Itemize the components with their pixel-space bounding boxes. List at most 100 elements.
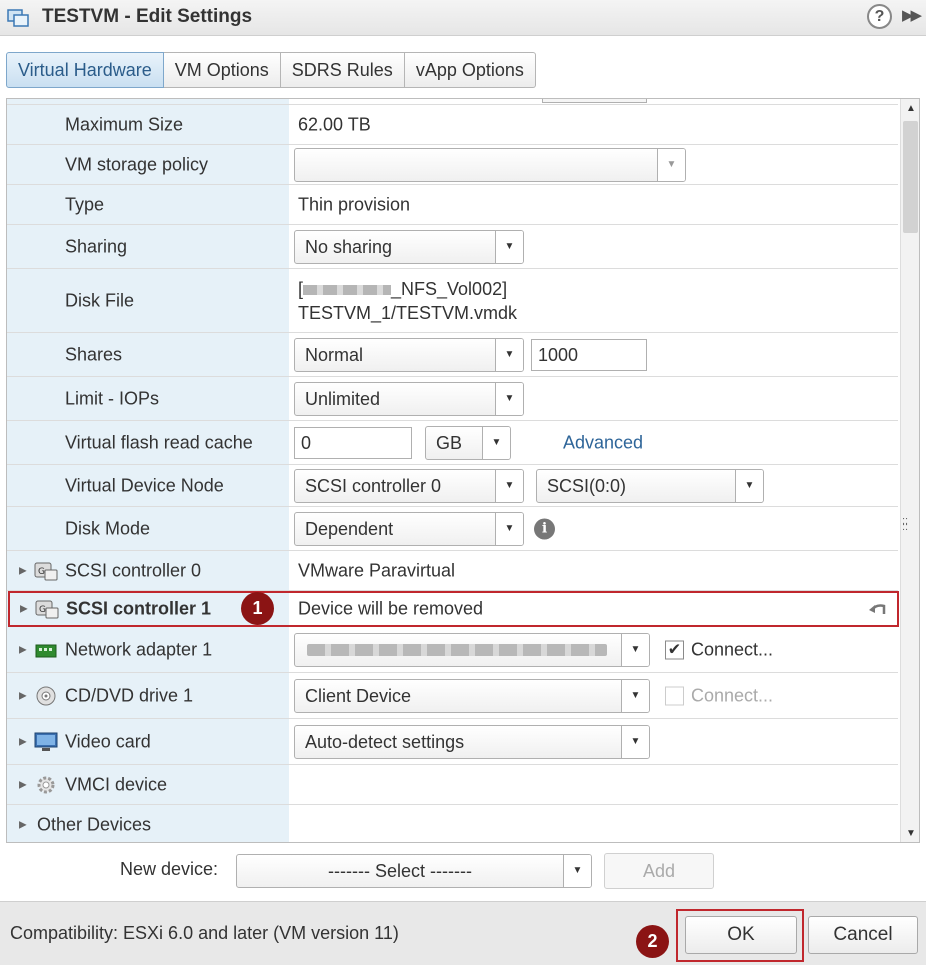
sharing-value: No sharing <box>305 236 393 257</box>
shares-level-select[interactable]: Normal ▼ <box>294 337 524 372</box>
row-scsi-controller-0[interactable]: ▶ G SCSI controller 0 VMware Paravirtual <box>7 551 898 591</box>
cd-dvd-drive-1-label: CD/DVD drive 1 <box>65 685 194 705</box>
row-cd-dvd-drive-1[interactable]: ▶ CD/DVD drive 1 Client Device ▼ Connect… <box>7 673 898 719</box>
chevron-down-icon: ▼ <box>495 512 523 545</box>
tab-vm-options[interactable]: VM Options <box>163 52 281 88</box>
device-node-controller-select[interactable]: SCSI controller 0 ▼ <box>294 468 524 503</box>
chevron-down-icon: ▼ <box>495 469 523 502</box>
disk-mode-value: Dependent <box>305 518 394 539</box>
row-type: Type Thin provision <box>7 185 898 225</box>
add-button[interactable]: Add <box>604 853 714 889</box>
row-video-card[interactable]: ▶ Video card Auto-detect settings ▼ <box>7 719 898 765</box>
network-connect-checkbox[interactable]: ✔ <box>665 640 684 659</box>
undo-icon[interactable] <box>868 601 890 617</box>
disk-file-value: [_NFS_Vol002] TESTVM_1/TESTVM.vmdk <box>298 277 517 325</box>
expand-arrow-icon[interactable]: ▶ <box>20 603 28 614</box>
other-devices-label: Other Devices <box>37 814 152 835</box>
vmci-device-label: VMCI device <box>65 774 168 794</box>
svg-text:G: G <box>38 567 45 577</box>
chevron-down-icon: ▼ <box>657 148 685 181</box>
vmci-device-icon <box>37 776 55 793</box>
vertical-scrollbar[interactable]: ▲ ▼ <box>900 99 919 842</box>
tab-virtual-hardware[interactable]: Virtual Hardware <box>6 52 164 88</box>
shares-level-value: Normal <box>305 344 364 365</box>
chevron-down-icon: ▼ <box>621 633 649 666</box>
resize-grip-icon[interactable]: :::: <box>902 516 908 533</box>
new-device-select[interactable]: ------- Select ------- ▼ <box>236 854 592 888</box>
expand-arrow-icon[interactable]: ▶ <box>19 644 27 655</box>
disk-mode-select[interactable]: Dependent ▼ <box>294 511 524 546</box>
chevron-down-icon: ▼ <box>495 382 523 415</box>
cd-dvd-connect-checkbox[interactable] <box>665 686 684 705</box>
row-limit-iops: Limit - IOPs Unlimited ▼ <box>7 377 898 421</box>
storage-policy-select[interactable]: ▼ <box>294 147 686 182</box>
flash-cache-input[interactable]: 0 <box>294 426 412 459</box>
shares-value-input[interactable]: 1000 <box>531 338 647 371</box>
chevron-down-icon: ▼ <box>495 230 523 263</box>
advanced-link[interactable]: Advanced <box>563 432 643 453</box>
row-other-devices[interactable]: ▶ Other Devices <box>7 805 898 842</box>
expand-arrow-icon[interactable]: ▶ <box>19 690 27 701</box>
network-select[interactable]: ▼ <box>294 632 650 667</box>
cd-dvd-connect-label: Connect... <box>691 685 774 705</box>
chevron-down-icon: ▼ <box>621 725 649 758</box>
redacted-datastore <box>303 285 392 296</box>
scsi-controller-icon: G <box>34 562 58 580</box>
sharing-label: Sharing <box>65 236 128 256</box>
tab-vapp-options[interactable]: vApp Options <box>404 52 536 88</box>
limit-iops-label: Limit - IOPs <box>65 388 160 408</box>
tab-bar: Virtual Hardware VM Options SDRS Rules v… <box>6 52 536 88</box>
video-card-value: Auto-detect settings <box>305 731 465 752</box>
expand-arrow-icon[interactable]: ▶ <box>19 565 27 576</box>
new-device-select-value: ------- Select ------- <box>328 861 472 881</box>
disk-file-path: TESTVM_1/TESTVM.vmdk <box>298 303 518 323</box>
scsi-controller-1-status: Device will be removed <box>298 598 484 618</box>
sharing-select[interactable]: No sharing ▼ <box>294 229 524 264</box>
step-1-badge: 1 <box>241 592 274 625</box>
scroll-up-arrow-icon[interactable]: ▲ <box>901 99 919 119</box>
redacted-network-name <box>307 643 607 656</box>
limit-iops-select[interactable]: Unlimited ▼ <box>294 381 524 416</box>
row-disk-file: Disk File [_NFS_Vol002] TESTVM_1/TESTVM.… <box>7 269 898 333</box>
cd-dvd-value: Client Device <box>305 685 412 706</box>
video-card-icon <box>34 732 58 751</box>
step-2-badge: 2 <box>636 925 669 958</box>
row-vmci-device[interactable]: ▶ VMCI device <box>7 765 898 805</box>
ok-button[interactable]: OK <box>685 916 797 954</box>
device-node-label: Virtual Device Node <box>65 475 224 495</box>
chevron-down-icon: ▼ <box>563 855 591 887</box>
new-device-label: New device: <box>120 859 219 879</box>
type-label: Type <box>65 194 105 214</box>
video-card-select[interactable]: Auto-detect settings ▼ <box>294 724 650 759</box>
device-node-slot: SCSI(0:0) <box>547 475 627 496</box>
device-node-slot-select[interactable]: SCSI(0:0) ▼ <box>536 468 764 503</box>
disk-file-datastore: _NFS_Vol002] <box>391 279 508 299</box>
row-scsi-controller-1[interactable]: ▶ G SCSI controller 1 1 Device will be r… <box>8 591 899 627</box>
info-icon[interactable]: i <box>534 518 555 539</box>
storage-policy-label: VM storage policy <box>65 154 209 174</box>
disk-mode-label: Disk Mode <box>65 518 151 538</box>
scroll-thumb[interactable] <box>903 121 918 233</box>
chevron-down-icon: ▼ <box>621 679 649 712</box>
expand-arrow-icon[interactable]: ▶ <box>19 820 27 831</box>
flash-cache-label: Virtual flash read cache <box>65 432 253 452</box>
scroll-down-arrow-icon[interactable]: ▼ <box>901 824 919 842</box>
compatibility-text: Compatibility: ESXi 6.0 and later (VM ve… <box>10 923 399 943</box>
expand-arrow-icon[interactable]: ▶ <box>19 779 27 790</box>
row-sharing: Sharing No sharing ▼ <box>7 225 898 269</box>
row-network-adapter-1[interactable]: ▶ Network adapter 1 ▼ ✔ Connect... <box>7 627 898 673</box>
row-maximum-size: Maximum Size 62.00 TB <box>7 105 898 145</box>
tab-sdrs-rules[interactable]: SDRS Rules <box>280 52 405 88</box>
row-flash-cache: Virtual flash read cache 0 GB ▼ Advanced <box>7 421 898 465</box>
cancel-button[interactable]: Cancel <box>808 916 918 954</box>
help-icon[interactable]: ? <box>867 4 892 29</box>
row-shares: Shares Normal ▼ 1000 <box>7 333 898 377</box>
cd-dvd-select[interactable]: Client Device ▼ <box>294 678 650 713</box>
expand-icon[interactable]: ▶▶ <box>902 6 922 24</box>
limit-iops-value: Unlimited <box>305 388 381 409</box>
clipped-control <box>542 99 647 103</box>
flash-cache-unit-select[interactable]: GB ▼ <box>425 425 511 460</box>
cd-dvd-icon <box>36 686 56 705</box>
device-node-controller: SCSI controller 0 <box>305 475 442 496</box>
expand-arrow-icon[interactable]: ▶ <box>19 736 27 747</box>
